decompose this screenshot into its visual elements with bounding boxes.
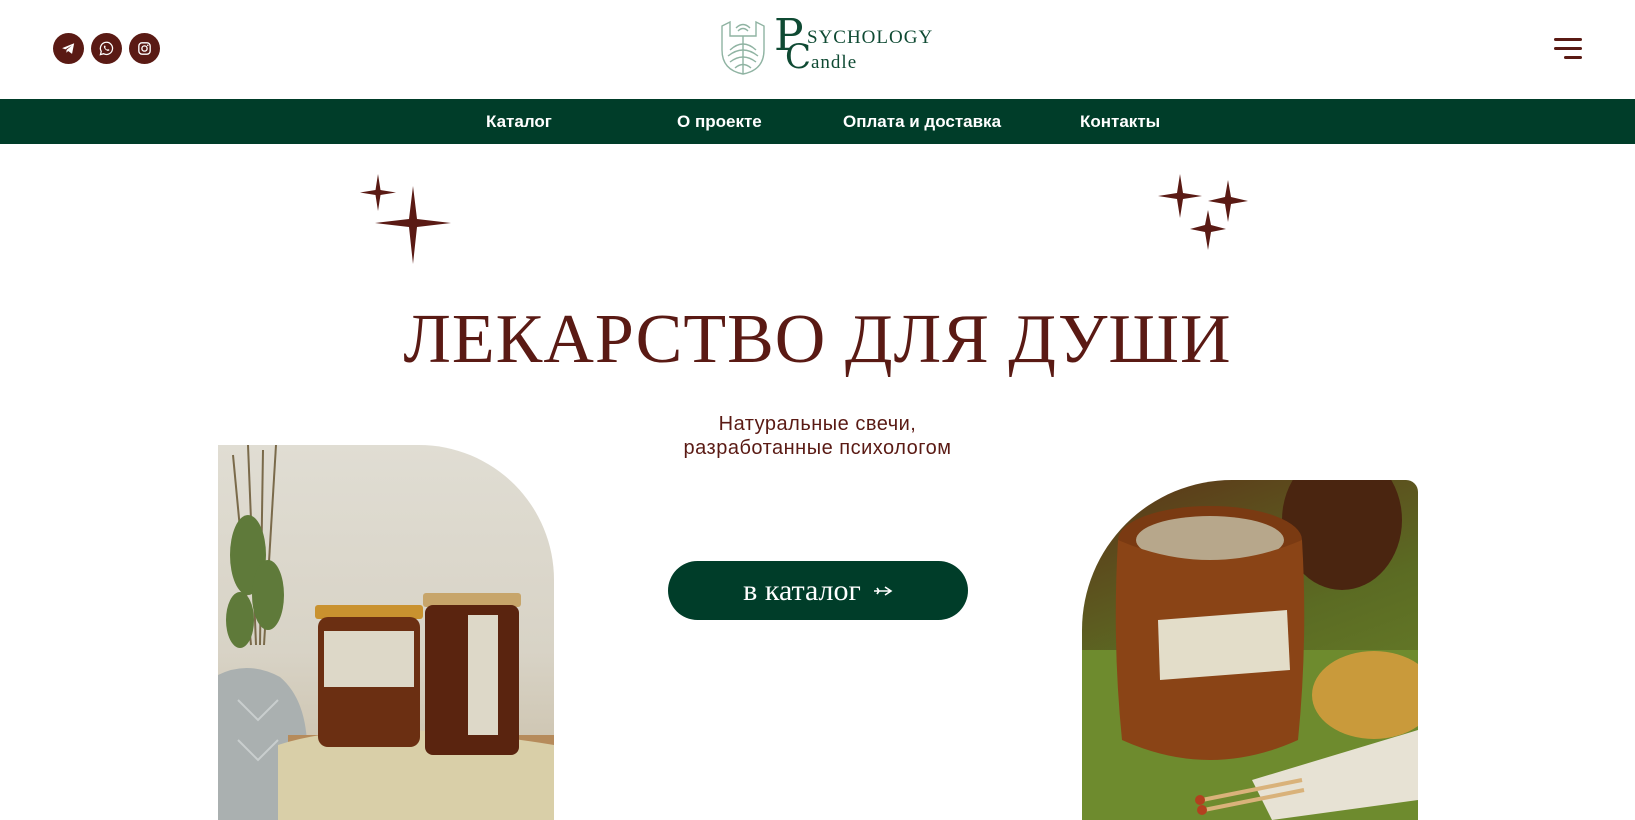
menu-icon[interactable] — [1554, 38, 1582, 60]
menu-icon-line — [1554, 47, 1582, 50]
telegram-icon — [62, 43, 75, 54]
nav-item-payment-delivery[interactable]: Оплата и доставка — [843, 99, 1001, 144]
site-logo[interactable]: P SYCHOLOGY C andle — [716, 14, 932, 77]
logo-emblem-icon — [721, 20, 765, 75]
menu-icon-line — [1554, 38, 1582, 41]
candles-lavender-image — [218, 445, 554, 820]
arrow-right-icon — [873, 585, 893, 596]
instagram-icon — [138, 42, 151, 55]
nav-item-about[interactable]: О проекте — [677, 99, 762, 144]
candle-matches-image — [1082, 480, 1418, 820]
catalog-button[interactable]: в каталог — [668, 561, 968, 620]
main-nav: Каталог О проекте Оплата и доставка Конт… — [0, 99, 1635, 144]
hero-photo-right — [1082, 480, 1418, 820]
hero-photo-left — [218, 445, 554, 820]
nav-item-catalog[interactable]: Каталог — [486, 99, 552, 144]
sparkle-right-icon — [1158, 174, 1248, 250]
telegram-link[interactable] — [53, 33, 84, 64]
social-links — [53, 33, 160, 64]
hero-subtitle-line-1: Натуральные свечи, — [718, 413, 917, 435]
nav-item-contacts[interactable]: Контакты — [1080, 99, 1160, 144]
logo-letter-c: C — [785, 37, 812, 77]
catalog-button-label: в каталог — [743, 573, 861, 607]
sparkle-left-icon — [360, 174, 451, 264]
whatsapp-icon — [99, 41, 114, 56]
menu-icon-line — [1564, 56, 1582, 59]
hero-title: ЛЕКАРСТВО ДЛЯ ДУШИ — [403, 301, 1232, 378]
whatsapp-link[interactable] — [91, 33, 122, 64]
logo-word-2: andle — [811, 52, 858, 73]
instagram-link[interactable] — [129, 33, 160, 64]
logo-word-1: SYCHOLOGY — [807, 27, 934, 48]
